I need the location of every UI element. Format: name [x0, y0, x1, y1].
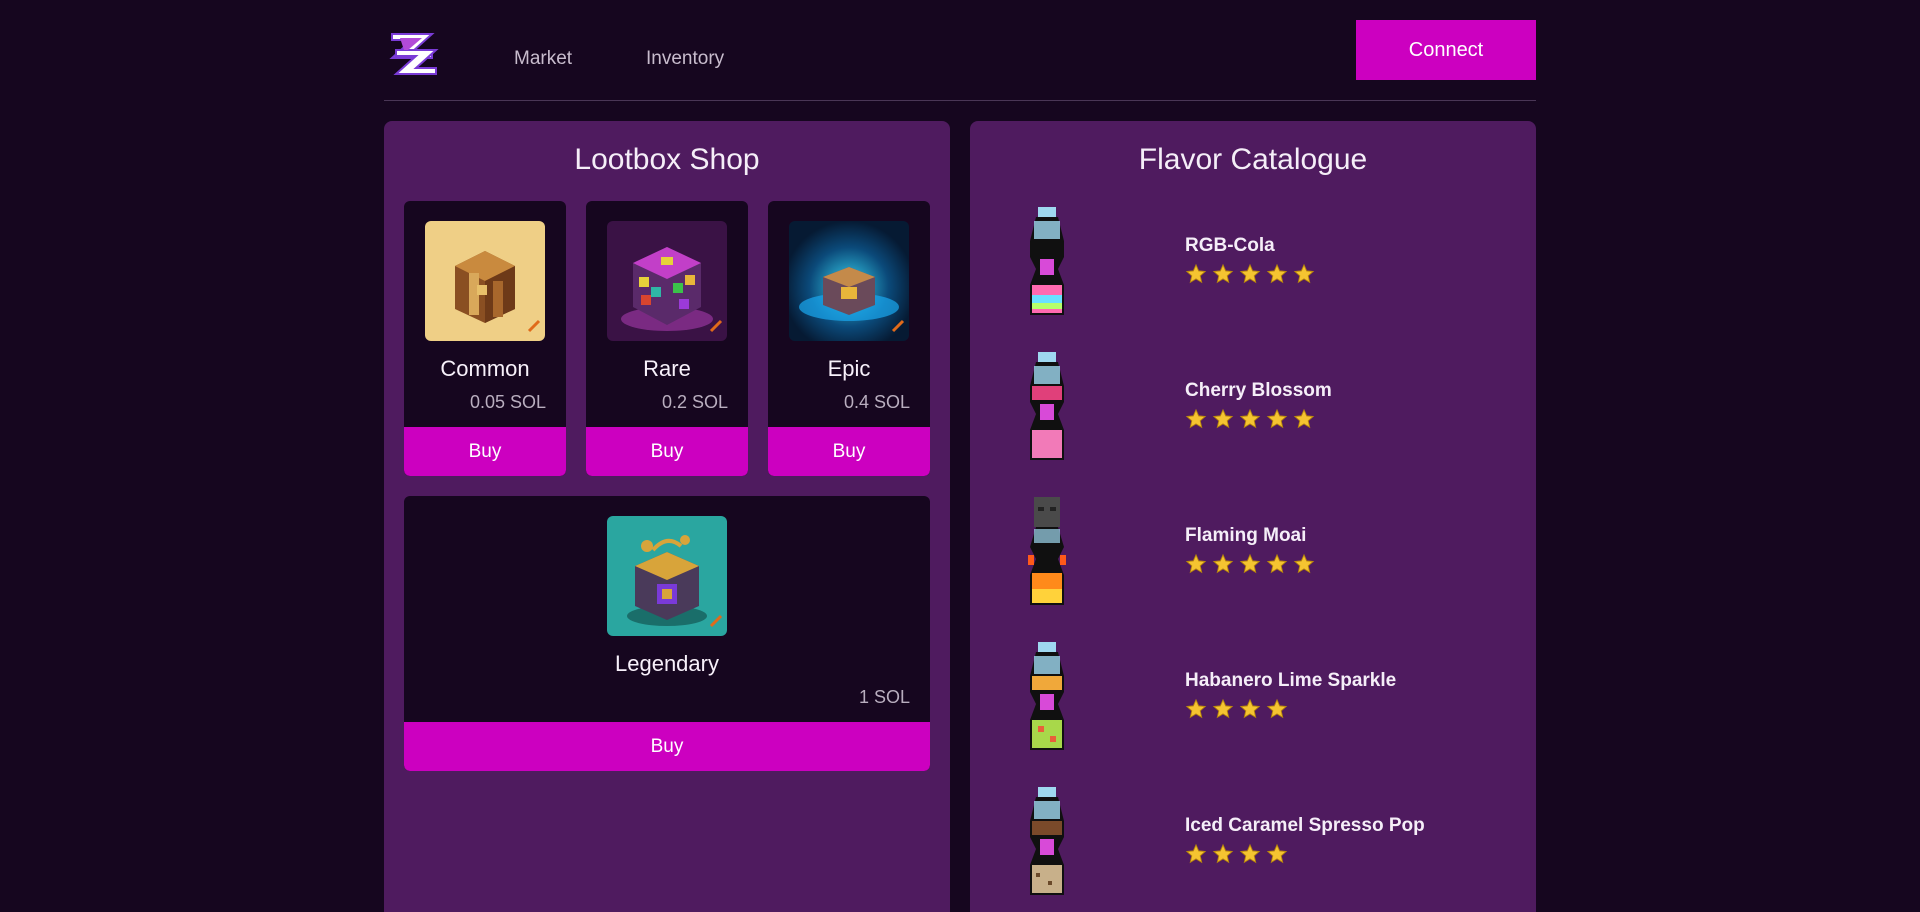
lootbox-name: Common: [440, 356, 530, 381]
legendary-lootbox-image: [607, 516, 727, 636]
rating-stars: [1185, 408, 1315, 430]
flavor-catalogue-title: Flavor Catalogue: [1138, 143, 1368, 176]
nav-market-link[interactable]: Market: [514, 48, 572, 70]
star-icon: [1185, 698, 1207, 719]
star-icon: [1266, 553, 1288, 574]
star-icon: [1212, 408, 1234, 429]
buy-legendary-button[interactable]: Buy: [404, 722, 930, 771]
flavor-catalogue-panel: Flavor Catalogue RGB-Cola Cherry Blossom…: [970, 121, 1536, 912]
star-icon: [1212, 843, 1234, 864]
top-nav: Market Inventory Connect: [384, 0, 1536, 101]
iced-caramel-spresso-pop-bottle-image: [1030, 787, 1064, 895]
star-icon: [1293, 263, 1315, 284]
epic-lootbox-image: [789, 221, 909, 341]
page: Market Inventory Connect Lootbox Shop Co…: [0, 0, 1920, 912]
flavor-name: Cherry Blossom: [1185, 380, 1332, 401]
lootbox-name: Legendary: [615, 651, 719, 676]
star-icon: [1185, 843, 1207, 864]
star-icon: [1239, 698, 1261, 719]
lootbox-price: 0.05 SOL: [469, 392, 546, 412]
star-icon: [1293, 553, 1315, 574]
rgb-cola-bottle-image: [1030, 207, 1064, 315]
flavor-item[interactable]: Iced Caramel Spresso Pop: [1020, 785, 1500, 912]
rating-stars: [1185, 843, 1288, 865]
star-icon: [1212, 698, 1234, 719]
flavor-item[interactable]: Habanero Lime Sparkle: [1020, 640, 1500, 770]
zz-logo-icon[interactable]: [386, 30, 442, 78]
star-icon: [1185, 553, 1207, 574]
star-icon: [1239, 553, 1261, 574]
lootbox-card-common: Common 0.05 SOL Buy: [404, 201, 566, 476]
buy-common-button[interactable]: Buy: [404, 427, 566, 476]
common-lootbox-image: [425, 221, 545, 341]
star-icon: [1239, 843, 1261, 864]
star-icon: [1185, 408, 1207, 429]
star-icon: [1266, 698, 1288, 719]
lootbox-name: Rare: [643, 356, 691, 381]
lootbox-name: Epic: [827, 356, 871, 381]
star-icon: [1293, 408, 1315, 429]
lootbox-price: 1 SOL: [858, 687, 910, 707]
rating-stars: [1185, 553, 1315, 575]
buy-epic-button[interactable]: Buy: [768, 427, 930, 476]
flavor-name: Iced Caramel Spresso Pop: [1185, 815, 1425, 836]
cherry-blossom-bottle-image: [1030, 352, 1064, 460]
star-icon: [1239, 408, 1261, 429]
flavor-item[interactable]: Cherry Blossom: [1020, 350, 1500, 480]
flavor-name: Flaming Moai: [1185, 525, 1307, 546]
lootbox-shop-title: Lootbox Shop: [574, 143, 760, 176]
rating-stars: [1185, 698, 1288, 720]
star-icon: [1266, 843, 1288, 864]
lootbox-shop-panel: Lootbox Shop Common 0.05 SOL Buy Rare 0.…: [384, 121, 950, 912]
lootbox-card-epic: Epic 0.4 SOL Buy: [768, 201, 930, 476]
flaming-moai-bottle-image: [1028, 497, 1066, 605]
star-icon: [1266, 263, 1288, 284]
star-icon: [1212, 263, 1234, 284]
flavor-item[interactable]: Flaming Moai: [1020, 495, 1500, 625]
buy-rare-button[interactable]: Buy: [586, 427, 748, 476]
lootbox-card-legendary: Legendary 1 SOL Buy: [404, 496, 930, 771]
habanero-lime-sparkle-bottle-image: [1030, 642, 1064, 750]
rating-stars: [1185, 263, 1315, 285]
star-icon: [1266, 408, 1288, 429]
lootbox-card-rare: Rare 0.2 SOL Buy: [586, 201, 748, 476]
connect-wallet-button[interactable]: Connect: [1356, 20, 1536, 80]
flavor-name: RGB-Cola: [1185, 235, 1275, 256]
rare-lootbox-image: [607, 221, 727, 341]
lootbox-price: 0.2 SOL: [661, 392, 728, 412]
flavor-item[interactable]: RGB-Cola: [1020, 205, 1500, 335]
star-icon: [1185, 263, 1207, 284]
star-icon: [1239, 263, 1261, 284]
lootbox-price: 0.4 SOL: [843, 392, 910, 412]
star-icon: [1212, 553, 1234, 574]
flavor-name: Habanero Lime Sparkle: [1185, 670, 1397, 691]
nav-inventory-link[interactable]: Inventory: [646, 48, 724, 70]
